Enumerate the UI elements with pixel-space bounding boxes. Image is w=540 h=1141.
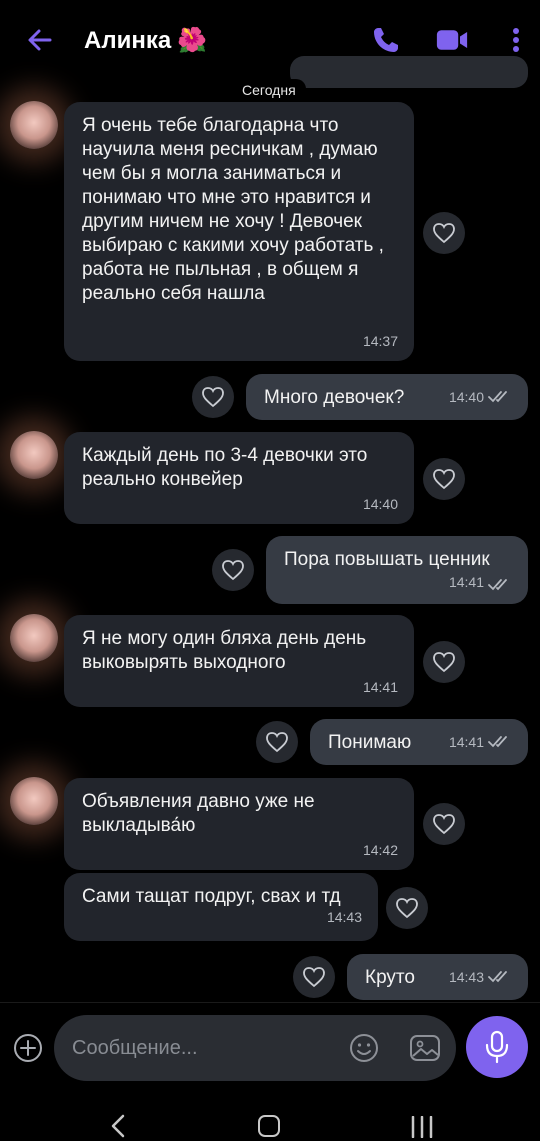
- message-outgoing[interactable]: Много девочек? 14:40: [246, 374, 528, 420]
- message-incoming[interactable]: Сами тащат подруг, свах и тд 14:43: [64, 873, 378, 941]
- message-input-placeholder: Сообщение...: [72, 1037, 198, 1059]
- message-outgoing[interactable]: Пора повышать ценник 14:41: [266, 536, 528, 604]
- message-time: 14:40: [362, 496, 398, 512]
- smiley-icon[interactable]: [348, 1032, 380, 1064]
- avatar[interactable]: [10, 431, 58, 479]
- heart-outline-icon: [303, 967, 325, 988]
- image-icon[interactable]: [408, 1032, 442, 1064]
- like-button[interactable]: [293, 956, 335, 998]
- nav-back-icon[interactable]: [108, 1114, 128, 1138]
- message-time: 14:43: [448, 969, 484, 985]
- phone-icon[interactable]: [370, 24, 402, 56]
- message-incoming[interactable]: Я не могу один бляха день день выковырят…: [64, 615, 414, 707]
- like-button[interactable]: [212, 549, 254, 591]
- like-button[interactable]: [386, 887, 428, 929]
- message-time: 14:40: [448, 389, 484, 405]
- heart-outline-icon: [266, 732, 288, 753]
- nav-recents-icon[interactable]: [410, 1116, 434, 1138]
- message-time: 14:41: [362, 679, 398, 695]
- double-check-icon: [488, 391, 507, 403]
- hibiscus-emoji: 🌺: [177, 27, 208, 54]
- like-button[interactable]: [256, 721, 298, 763]
- heart-outline-icon: [396, 898, 418, 919]
- double-check-icon: [488, 971, 507, 983]
- video-camera-icon[interactable]: [436, 24, 468, 56]
- arrow-left-icon[interactable]: [24, 24, 56, 56]
- message-outgoing[interactable]: Понимаю 14:41: [310, 719, 528, 765]
- heart-outline-icon: [222, 560, 244, 581]
- date-separator: Сегодня: [232, 79, 306, 101]
- message-time: 14:43: [326, 909, 362, 925]
- contact-name-text: Алинка: [84, 27, 172, 54]
- heart-outline-icon: [433, 814, 455, 835]
- message-time: 14:42: [362, 842, 398, 858]
- message-incoming[interactable]: Каждый день по 3-4 девочки это реально к…: [64, 432, 414, 524]
- nav-home-icon[interactable]: [258, 1115, 280, 1137]
- heart-outline-icon: [433, 652, 455, 673]
- like-button[interactable]: [192, 376, 234, 418]
- previous-message-edge: [290, 56, 528, 88]
- like-button[interactable]: [423, 458, 465, 500]
- message-text: Я очень тебе благодарна что научила меня…: [82, 115, 384, 304]
- message-time: 14:41: [448, 574, 484, 590]
- like-button[interactable]: [423, 212, 465, 254]
- double-check-icon: [488, 579, 507, 591]
- avatar[interactable]: [10, 614, 58, 662]
- message-incoming[interactable]: Объявления давно уже не выкладыва́ю 14:4…: [64, 778, 414, 870]
- message-incoming[interactable]: Я очень тебе благодарна что научила меня…: [64, 102, 414, 361]
- heart-outline-icon: [433, 469, 455, 490]
- message-time: 14:37: [362, 333, 398, 349]
- avatar[interactable]: [10, 101, 58, 149]
- plus-circle-icon[interactable]: [12, 1032, 44, 1064]
- double-check-icon: [488, 736, 507, 748]
- message-text: Я не могу один бляха день день выковырят…: [82, 628, 367, 673]
- heart-outline-icon: [202, 387, 224, 408]
- like-button[interactable]: [423, 641, 465, 683]
- avatar[interactable]: [10, 777, 58, 825]
- contact-name[interactable]: Алинка 🌺: [84, 26, 207, 55]
- message-text: Объявления давно уже не выкладыва́ю: [82, 791, 315, 836]
- message-time: 14:41: [448, 734, 484, 750]
- message-text: Пора повышать ценник: [284, 549, 490, 570]
- heart-outline-icon: [433, 223, 455, 244]
- like-button[interactable]: [423, 803, 465, 845]
- message-outgoing[interactable]: Круто 14:43: [347, 954, 528, 1000]
- microphone-button[interactable]: [466, 1016, 528, 1078]
- message-text: Каждый день по 3-4 девочки это реально к…: [82, 445, 368, 490]
- kebab-menu-icon[interactable]: [500, 24, 532, 56]
- microphone-icon: [485, 1030, 509, 1064]
- message-text: Сами тащат подруг, свах и тд: [82, 886, 341, 907]
